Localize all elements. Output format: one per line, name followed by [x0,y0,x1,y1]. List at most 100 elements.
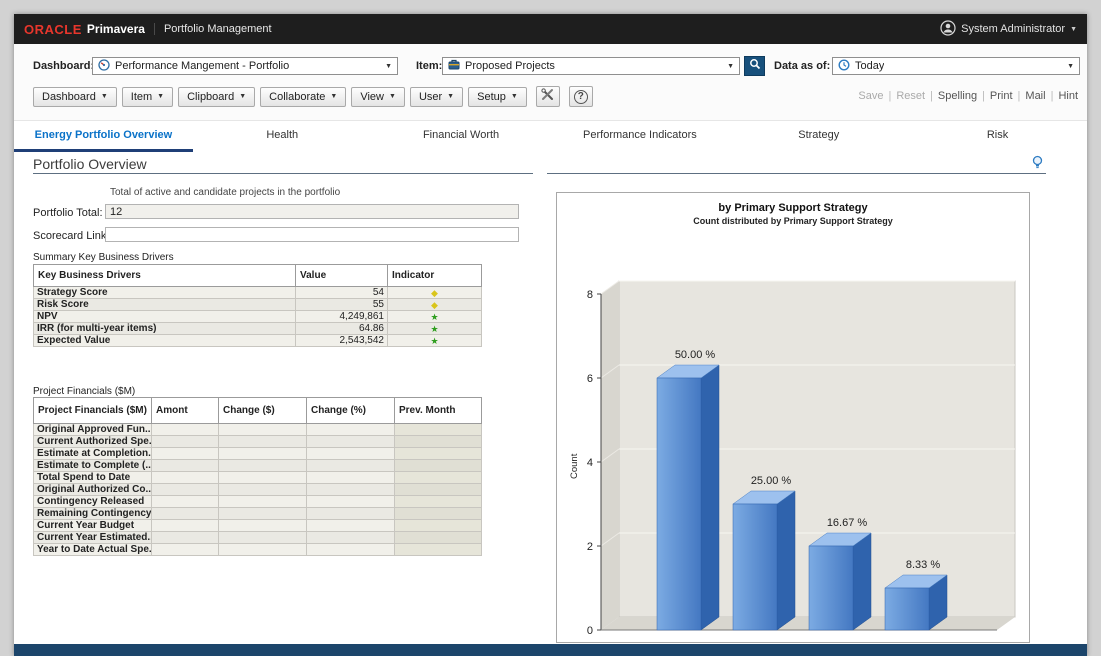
tab-health[interactable]: Health [193,121,372,152]
kbd-table-body: Strategy Score54◆Risk Score55◆NPV4,249,8… [34,287,482,347]
link-mail[interactable]: Mail [1025,90,1045,102]
caret-down-icon: ▼ [1067,63,1074,70]
section-divider [33,173,533,174]
data-as-of-label: Data as of: [774,60,830,72]
kbd-section-title: Summary Key Business Drivers [33,252,174,263]
item-select[interactable]: Proposed Projects ▼ [442,57,740,75]
menu-label: Setup [477,91,506,103]
menu-item[interactable]: Item ▼ [122,87,173,107]
dashboard-icon [98,59,110,74]
tab-energy-portfolio-overview[interactable]: Energy Portfolio Overview [14,121,193,152]
financials-row-current-year-estimated[interactable]: Current Year Estimated... [34,532,482,544]
app-window: ORACLE Primavera Portfolio Management Sy… [14,14,1087,656]
tab-financial-worth[interactable]: Financial Worth [372,121,551,152]
kbd-row-risk-score[interactable]: Risk Score55◆ [34,299,482,311]
financials-row-original-approved-fun[interactable]: Original Approved Fun... [34,424,482,436]
driver-name: Expected Value [34,335,296,347]
kbd-row-strategy-score[interactable]: Strategy Score54◆ [34,287,482,299]
menu-clipboard[interactable]: Clipboard▼ [178,87,255,107]
page: ORACLE Primavera Portfolio Management Sy… [0,0,1101,656]
financial-cell [395,544,482,556]
portfolio-total-field[interactable] [105,204,519,219]
help-button[interactable]: ? [569,86,593,107]
financial-cell [152,520,219,532]
financial-cell [219,508,307,520]
financial-cell [307,508,395,520]
financials-row-original-authorized-co[interactable]: Original Authorized Co... [34,484,482,496]
financial-name: Current Year Estimated... [34,532,152,544]
financial-cell [152,472,219,484]
financial-cell [219,544,307,556]
data-as-of-value: Today [855,60,884,72]
financials-row-current-year-budget[interactable]: Current Year Budget [34,520,482,532]
column-header-change: Change ($) [219,398,307,424]
tab-risk[interactable]: Risk [908,121,1087,152]
financial-cell [307,544,395,556]
tab-strategy[interactable]: Strategy [729,121,908,152]
dashboard-select[interactable]: Performance Mangement - Portfolio ▼ [92,57,398,75]
financial-cell [395,520,482,532]
link-spelling[interactable]: Spelling [938,90,977,102]
column-header-amont: Amont [152,398,219,424]
driver-value: 55 [296,299,388,311]
kbd-row-npv[interactable]: NPV4,249,861★ [34,311,482,323]
financials-row-remaining-contingency[interactable]: Remaining Contingency [34,508,482,520]
financials-header-row: Project Financials ($M)AmontChange ($)Ch… [34,398,482,424]
separator: | [1018,90,1021,102]
search-button[interactable] [744,56,765,76]
financials-row-total-spend-to-date[interactable]: Total Spend to Date [34,472,482,484]
separator: | [982,90,985,102]
user-menu[interactable]: System Administrator ▼ [940,20,1077,39]
column-header-indicator: Indicator [388,265,482,287]
svg-text:4: 4 [587,457,593,469]
customize-button[interactable] [536,86,560,107]
tab-bar: Energy Portfolio OverviewHealthFinancial… [14,121,1087,152]
diamond-indicator-icon: ◆ [431,288,438,298]
menu-collaborate[interactable]: Collaborate▼ [260,87,346,107]
financials-row-contingency-released[interactable]: Contingency Released [34,496,482,508]
kbd-row-irr-for-multi-year-items[interactable]: IRR (for multi-year items)64.86★ [34,323,482,335]
menu-label: Collaborate [269,91,325,103]
caret-down-icon: ▼ [157,93,164,100]
kbd-row-expected-value[interactable]: Expected Value2,543,542★ [34,335,482,347]
link-save[interactable]: Save [858,90,883,102]
kbd-table: Key Business DriversValueIndicator Strat… [33,264,482,347]
financials-row-estimate-at-completion[interactable]: Estimate at Completion... [34,448,482,460]
financial-cell [307,460,395,472]
menu-user[interactable]: User▼ [410,87,463,107]
financial-name: Original Approved Fun... [34,424,152,436]
financial-cell [152,508,219,520]
portfolio-description: Total of active and candidate projects i… [110,187,340,198]
dashboard-value: Performance Mangement - Portfolio [115,60,289,72]
financial-cell [395,424,482,436]
content: Portfolio Overview Total of active and c… [14,152,1087,644]
data-as-of-select[interactable]: Today ▼ [832,57,1080,75]
lightbulb-icon[interactable] [1031,155,1044,175]
svg-text:8.33 %: 8.33 % [906,559,940,571]
app-title: Portfolio Management [154,23,272,35]
menu-dashboard[interactable]: Dashboard▼ [33,87,117,107]
action-links: Save|Reset|Spelling|Print|Mail|Hint [858,90,1078,102]
menu-label: Item [131,91,152,103]
menu-view[interactable]: View▼ [351,87,405,107]
financials-row-year-to-date-actual-spe[interactable]: Year to Date Actual Spe... [34,544,482,556]
driver-value: 54 [296,287,388,299]
link-print[interactable]: Print [990,90,1013,102]
tab-performance-indicators[interactable]: Performance Indicators [550,121,729,152]
briefcase-icon [448,59,460,73]
financial-name: Remaining Contingency [34,508,152,520]
svg-text:50.00 %: 50.00 % [675,349,716,361]
scorecard-link-field[interactable] [105,227,519,242]
caret-down-icon: ▼ [385,63,392,70]
toolbar: Dashboard: Performance Mangement - Portf… [14,44,1087,121]
financials-section-title: Project Financials ($M) [33,386,135,397]
menu-setup[interactable]: Setup▼ [468,87,527,107]
financial-cell [152,484,219,496]
link-reset[interactable]: Reset [896,90,925,102]
menu-row: Dashboard▼ Item ▼ Clipboard▼Collaborate▼Vie… [33,86,593,107]
financials-row-estimate-to-complete[interactable]: Estimate to Complete (... [34,460,482,472]
financial-cell [395,460,482,472]
financials-table-body: Original Approved Fun...Current Authoriz… [34,424,482,556]
link-hint[interactable]: Hint [1058,90,1078,102]
financials-row-current-authorized-spe[interactable]: Current Authorized Spe... [34,436,482,448]
